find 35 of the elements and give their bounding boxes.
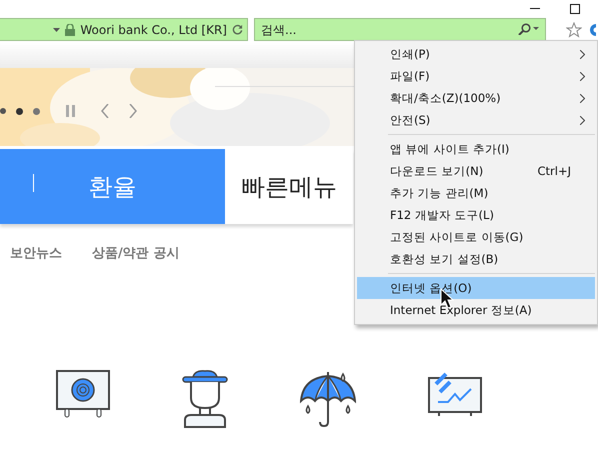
lock-icon xyxy=(65,24,76,36)
maximize-icon xyxy=(570,4,580,14)
slide-dot-icon xyxy=(0,108,6,114)
tab[interactable]: 빠른메뉴 xyxy=(225,149,353,224)
slide-dot-icon xyxy=(33,108,40,114)
dropdown-icon xyxy=(53,28,60,32)
menu-item[interactable]: 다운로드 보기(N) Ctrl+J xyxy=(357,160,595,182)
search-icon[interactable] xyxy=(518,23,540,35)
minimize-icon xyxy=(530,8,540,10)
menu-item[interactable]: F12 개발자 도구(L) xyxy=(357,204,595,226)
menu-item[interactable]: Internet Explorer 정보(A) xyxy=(357,299,595,321)
person-icon xyxy=(182,370,228,428)
nav-link[interactable]: 보안뉴스 xyxy=(10,244,62,262)
menu-item[interactable]: 파일(F) xyxy=(357,65,595,87)
nav-link[interactable]: 상품/약관 공시 xyxy=(92,244,180,262)
pause-icon xyxy=(66,105,75,117)
menu-item[interactable]: 인쇄(P) xyxy=(357,43,595,65)
settings-icon xyxy=(588,22,596,38)
favorites-star-icon xyxy=(566,22,582,38)
chart-board-icon xyxy=(428,370,482,416)
menu-item[interactable]: 확대/축소(Z)(100%) xyxy=(357,87,595,109)
menu-item[interactable]: 고정된 사이트로 이동(G) xyxy=(357,226,595,248)
refresh-icon xyxy=(232,24,243,35)
menu-item[interactable]: 앱 뷰에 사이트 추가(I) xyxy=(357,138,595,160)
menu-item[interactable]: 추가 기능 관리(M) xyxy=(357,182,595,204)
next-icon xyxy=(129,104,137,118)
menu-item[interactable]: 인터넷 옵션(O) xyxy=(357,277,595,299)
menu-item[interactable]: 안전(S) xyxy=(357,109,595,131)
safe-icon xyxy=(56,370,110,418)
menu-item[interactable]: 호환성 보기 설정(B) xyxy=(357,248,595,270)
slide-dot-icon xyxy=(16,108,23,114)
umbrella-icon xyxy=(300,370,356,428)
previous-icon xyxy=(101,104,109,118)
search-field[interactable]: 검색... xyxy=(254,18,546,41)
shortcut-text: Ctrl+J xyxy=(538,164,571,178)
